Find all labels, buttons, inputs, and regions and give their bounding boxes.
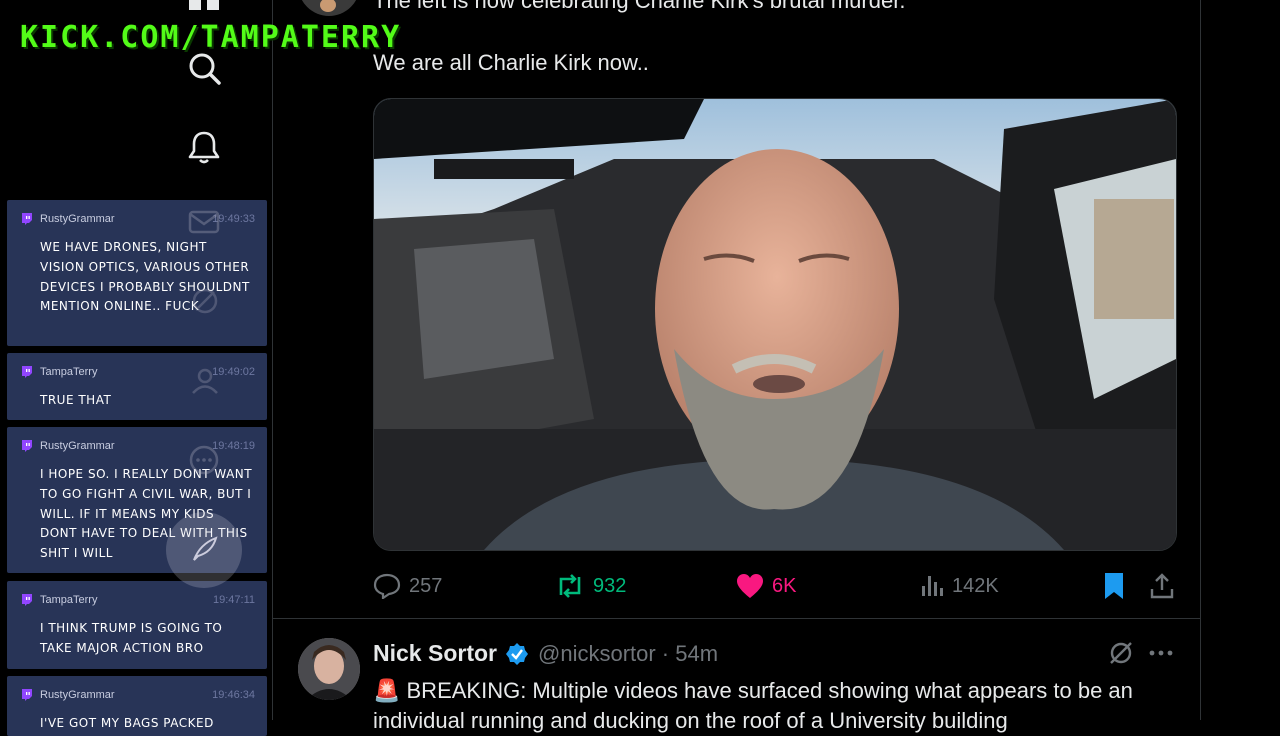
repost-count: 932 [593, 574, 627, 597]
chat-text: I THINK TRUMP IS GOING TO TAKE MAJOR ACT… [40, 621, 223, 655]
repost-icon [559, 574, 581, 598]
verified-badge-icon [506, 643, 528, 665]
tweet-text-line-1: The left is now celebrating Charlie Kirk… [373, 0, 906, 13]
tweet-video[interactable] [373, 98, 1177, 551]
chat-message: RustyGrammar 19:49:33 WE HAVE DRONES, NI… [7, 200, 267, 346]
more-options-icon[interactable] [1149, 648, 1173, 658]
author-handle[interactable]: @nicksortor · 54m [538, 641, 718, 667]
tweet-text-line-2: We are all Charlie Kirk now.. [373, 50, 649, 75]
chat-text: I'VE GOT MY BAGS PACKED [40, 716, 214, 730]
more-icon[interactable] [188, 444, 220, 476]
profile-icon[interactable] [190, 366, 220, 396]
like-button[interactable]: 6K [736, 566, 796, 606]
repost-button[interactable]: 932 [555, 566, 626, 606]
reply-button[interactable]: 257 [373, 566, 442, 606]
bookmark-icon [1105, 573, 1123, 599]
chat-message: RustyGrammar 19:46:34 I'VE GOT MY BAGS P… [7, 676, 267, 736]
like-count: 6K [772, 574, 797, 597]
chat-username: RustyGrammar [40, 689, 115, 701]
views-icon [922, 576, 943, 596]
chat-username: TampaTerry [40, 366, 98, 378]
heart-icon [737, 574, 763, 598]
author-name[interactable]: Nick Sortor [373, 640, 497, 667]
chat-username: RustyGrammar [40, 213, 115, 225]
notifications-icon[interactable] [186, 129, 222, 165]
avatar[interactable] [298, 638, 360, 700]
views-count: 142K [952, 574, 999, 597]
reply-count: 257 [409, 574, 443, 597]
twitch-icon [22, 594, 32, 606]
chat-username: RustyGrammar [40, 440, 115, 452]
grok-icon[interactable] [190, 286, 220, 316]
reply-icon [373, 573, 401, 599]
home-icon[interactable] [186, 0, 222, 18]
chat-timestamp: 19:46:34 [212, 689, 255, 701]
stream-chat-overlay: RustyGrammar 19:49:33 WE HAVE DRONES, NI… [0, 196, 272, 736]
grok-icon[interactable] [1108, 640, 1134, 666]
tweet-text: 🚨 BREAKING: Multiple videos have surface… [373, 678, 1133, 733]
bookmark-button[interactable] [1103, 566, 1125, 606]
share-icon [1150, 573, 1174, 599]
feather-icon [193, 536, 218, 561]
twitch-icon [22, 689, 32, 701]
twitch-icon [22, 366, 32, 378]
twitch-icon [22, 213, 32, 225]
chat-message: TampaTerry 19:47:11 I THINK TRUMP IS GOI… [7, 581, 267, 669]
messages-icon[interactable] [188, 208, 220, 236]
search-icon[interactable] [186, 50, 222, 86]
post-button[interactable] [166, 512, 242, 588]
right-column [1201, 0, 1280, 720]
share-button[interactable] [1150, 566, 1174, 606]
tweet-actions: 257 932 6K 142K [373, 566, 1175, 606]
chat-username: TampaTerry [40, 594, 98, 606]
chat-timestamp: 19:47:11 [212, 594, 255, 606]
chat-message: TampaTerry 19:49:02 TRUE THAT [7, 353, 267, 420]
twitch-icon [22, 440, 32, 452]
views-button[interactable]: 142K [920, 566, 999, 606]
tweet-divider [273, 618, 1200, 619]
